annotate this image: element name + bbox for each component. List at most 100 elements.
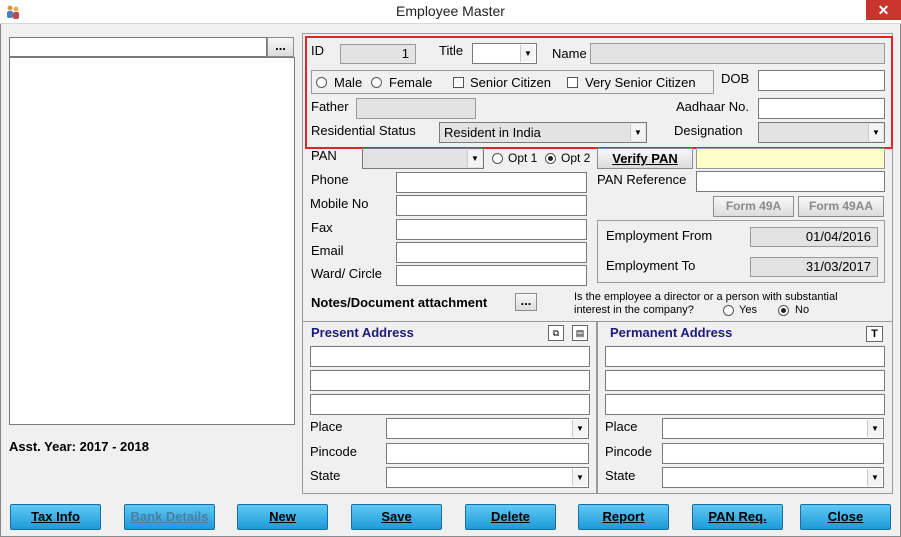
male-label: Male <box>334 75 363 90</box>
present-state-select[interactable]: ▼ <box>386 467 589 488</box>
very-senior-citizen-checkbox[interactable] <box>567 77 578 88</box>
notes-attach-button[interactable]: ... <box>515 293 537 311</box>
female-label: Female <box>389 75 433 90</box>
permanent-place-label: Place <box>605 419 638 434</box>
director-question-line2: interest in the company? <box>574 304 694 316</box>
father-field[interactable] <box>356 98 476 119</box>
chevron-down-icon: ▼ <box>868 124 883 141</box>
close-button[interactable]: Close <box>800 504 891 530</box>
form-49a-button[interactable]: Form 49A <box>713 196 794 217</box>
chevron-down-icon: ▼ <box>867 420 882 437</box>
pan-label: PAN <box>311 148 337 163</box>
permanent-address-line2[interactable] <box>605 370 885 391</box>
present-place-select[interactable]: ▼ <box>386 418 589 439</box>
window-title: Employee Master <box>396 3 505 19</box>
father-label: Father <box>311 99 349 114</box>
fax-label: Fax <box>311 220 333 235</box>
pan-req-button[interactable]: PAN Req. <box>692 504 783 530</box>
close-window-button[interactable]: ✕ <box>866 0 901 20</box>
save-button[interactable]: Save <box>351 504 442 530</box>
pan-reference-label: PAN Reference <box>597 172 687 187</box>
verify-pan-button[interactable]: Verify PAN <box>597 148 693 169</box>
notes-label: Notes/Document attachment <box>311 295 488 310</box>
opt2-radio[interactable] <box>545 153 556 164</box>
delete-button[interactable]: Delete <box>465 504 556 530</box>
fax-field[interactable] <box>396 219 587 240</box>
senior-citizen-checkbox[interactable] <box>453 77 464 88</box>
designation-label: Designation <box>674 123 743 138</box>
email-label: Email <box>311 243 344 258</box>
phone-field[interactable] <box>396 172 587 193</box>
male-radio[interactable] <box>316 77 327 88</box>
senior-citizen-label: Senior Citizen <box>470 75 551 90</box>
id-field[interactable]: 1 <box>340 44 416 64</box>
name-field[interactable] <box>590 43 885 64</box>
chevron-down-icon: ▼ <box>867 469 882 486</box>
chevron-down-icon: ▼ <box>572 469 587 486</box>
director-yes-label: Yes <box>739 304 757 316</box>
permanent-state-select[interactable]: ▼ <box>662 467 884 488</box>
ward-circle-field[interactable] <box>396 265 587 286</box>
permanent-state-label: State <box>605 468 636 483</box>
mobile-field[interactable] <box>396 195 587 216</box>
present-address-title: Present Address <box>311 325 414 340</box>
pan-select[interactable]: ▼ <box>362 148 484 169</box>
paste-icon[interactable]: ▤ <box>572 325 588 341</box>
mobile-label: Mobile No <box>310 196 369 211</box>
employment-from-label: Employment From <box>606 228 713 243</box>
email-field[interactable] <box>396 242 587 263</box>
permanent-address-title: Permanent Address <box>610 325 733 340</box>
pan-status-field[interactable] <box>696 148 885 169</box>
permanent-place-select[interactable]: ▼ <box>662 418 884 439</box>
very-senior-citizen-label: Very Senior Citizen <box>585 75 696 90</box>
tax-info-button[interactable]: Tax Info <box>10 504 101 530</box>
opt2-label: Opt 2 <box>561 151 591 165</box>
present-address-line1[interactable] <box>310 346 590 367</box>
residential-status-select[interactable]: Resident in India ▼ <box>439 122 647 143</box>
chevron-down-icon: ▼ <box>520 45 535 62</box>
present-pincode-label: Pincode <box>310 444 357 459</box>
employee-list[interactable] <box>9 57 295 425</box>
dob-label: DOB <box>721 71 750 86</box>
id-label: ID <box>311 43 324 58</box>
director-yes-radio[interactable] <box>723 305 734 316</box>
title-label: Title <box>439 43 464 58</box>
present-place-label: Place <box>310 419 343 434</box>
employment-from-field[interactable]: 01/04/2016 <box>750 227 878 247</box>
female-radio[interactable] <box>371 77 382 88</box>
aadhaar-label: Aadhaar No. <box>676 99 749 114</box>
permanent-pincode-label: Pincode <box>605 444 652 459</box>
dob-field[interactable] <box>758 70 885 91</box>
bank-details-button[interactable]: Bank Details <box>124 504 215 530</box>
opt1-radio[interactable] <box>492 153 503 164</box>
form-49aa-button[interactable]: Form 49AA <box>798 196 884 217</box>
copy-icon[interactable]: ⧉ <box>548 325 564 341</box>
ward-circle-label: Ward/ Circle <box>311 266 383 281</box>
present-address-line3[interactable] <box>310 394 590 415</box>
director-no-label: No <box>795 304 810 316</box>
permanent-address-line1[interactable] <box>605 346 885 367</box>
browse-button[interactable]: ... <box>267 37 294 57</box>
present-address-line2[interactable] <box>310 370 590 391</box>
director-no-radio[interactable] <box>778 305 789 316</box>
permanent-address-line3[interactable] <box>605 394 885 415</box>
new-button[interactable]: New <box>237 504 328 530</box>
title-select[interactable]: ▼ <box>472 43 537 64</box>
chevron-down-icon: ▼ <box>467 150 482 167</box>
employment-to-label: Employment To <box>606 258 696 273</box>
employee-search-input[interactable] <box>9 37 267 57</box>
chevron-down-icon: ▼ <box>572 420 587 437</box>
t-button[interactable]: T <box>866 326 883 342</box>
permanent-pincode-field[interactable] <box>662 443 884 464</box>
residential-status-label: Residential Status <box>311 123 416 138</box>
report-button[interactable]: Report <box>578 504 669 530</box>
designation-select[interactable]: ▼ <box>758 122 885 143</box>
present-state-label: State <box>310 468 341 483</box>
chevron-down-icon: ▼ <box>630 124 645 141</box>
director-question: Is the employee a director or a person w… <box>574 291 838 303</box>
employment-to-field[interactable]: 31/03/2017 <box>750 257 878 277</box>
opt1-label: Opt 1 <box>508 151 538 165</box>
aadhaar-field[interactable] <box>758 98 885 119</box>
pan-reference-field[interactable] <box>696 171 885 192</box>
present-pincode-field[interactable] <box>386 443 589 464</box>
